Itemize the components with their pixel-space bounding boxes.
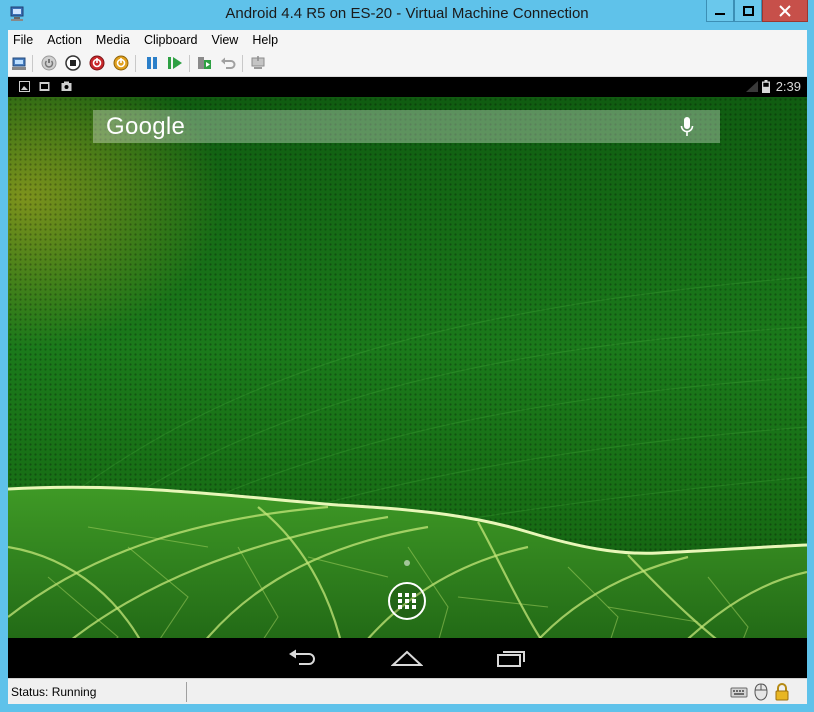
mouse-icon	[754, 683, 768, 701]
ctrl-alt-del-icon[interactable]	[11, 55, 27, 71]
menu-help[interactable]: Help	[252, 33, 278, 47]
gallery-notification-icon	[39, 82, 50, 91]
google-search-bar[interactable]: Google	[93, 110, 720, 143]
microphone-icon[interactable]	[680, 117, 694, 137]
enhanced-session-icon[interactable]	[250, 55, 266, 71]
app-drawer-icon	[398, 593, 416, 609]
status-separator	[186, 682, 187, 702]
lock-icon	[775, 683, 789, 701]
home-icon[interactable]	[391, 648, 423, 668]
start-icon[interactable]	[41, 55, 57, 71]
battery-icon	[762, 80, 770, 93]
toolbar-separator	[242, 55, 243, 72]
save-icon[interactable]	[113, 55, 129, 71]
vm-display[interactable]: 2:39 Google	[8, 77, 807, 678]
page-indicator-dot	[404, 560, 410, 566]
checkpoint-icon[interactable]	[197, 55, 213, 71]
recent-apps-icon[interactable]	[496, 648, 528, 668]
menu-file[interactable]: File	[13, 33, 33, 47]
turn-off-icon[interactable]	[65, 55, 81, 71]
keyboard-icon	[730, 687, 748, 698]
pause-icon[interactable]	[144, 55, 160, 71]
android-status-bar: 2:39	[8, 77, 807, 97]
toolbar-separator	[189, 55, 190, 72]
toolbar	[8, 50, 807, 77]
all-apps-button[interactable]	[388, 582, 426, 620]
title-bar[interactable]: Android 4.4 R5 on ES-20 - Virtual Machin…	[0, 0, 814, 30]
photo-notification-icon	[61, 81, 72, 91]
screenshot-notification-icon	[19, 81, 30, 92]
resume-icon[interactable]	[167, 55, 183, 71]
back-icon[interactable]	[287, 648, 319, 668]
android-navigation-bar	[8, 638, 807, 678]
shut-down-icon[interactable]	[89, 55, 105, 71]
vm-connection-window: Android 4.4 R5 on ES-20 - Virtual Machin…	[0, 0, 814, 712]
revert-icon[interactable]	[220, 55, 236, 71]
window-title: Android 4.4 R5 on ES-20 - Virtual Machin…	[225, 5, 589, 22]
google-logo: Google	[106, 113, 186, 140]
menu-action[interactable]: Action	[47, 33, 82, 47]
signal-icon	[746, 81, 758, 92]
minimize-button[interactable]	[706, 0, 734, 22]
vm-status-text: Status: Running	[11, 685, 97, 699]
minimize-icon	[715, 12, 725, 15]
menu-bar: File Action Media Clipboard View Help	[8, 30, 807, 50]
android-clock: 2:39	[775, 79, 801, 94]
menu-clipboard[interactable]: Clipboard	[144, 33, 198, 47]
close-button[interactable]	[762, 0, 808, 22]
maximize-icon	[742, 5, 754, 16]
menu-media[interactable]: Media	[96, 33, 130, 47]
maximize-button[interactable]	[734, 0, 762, 22]
close-icon	[779, 4, 791, 17]
toolbar-separator	[32, 55, 33, 72]
toolbar-separator	[135, 55, 136, 72]
status-bar: Status: Running	[8, 678, 807, 704]
menu-view[interactable]: View	[211, 33, 238, 47]
